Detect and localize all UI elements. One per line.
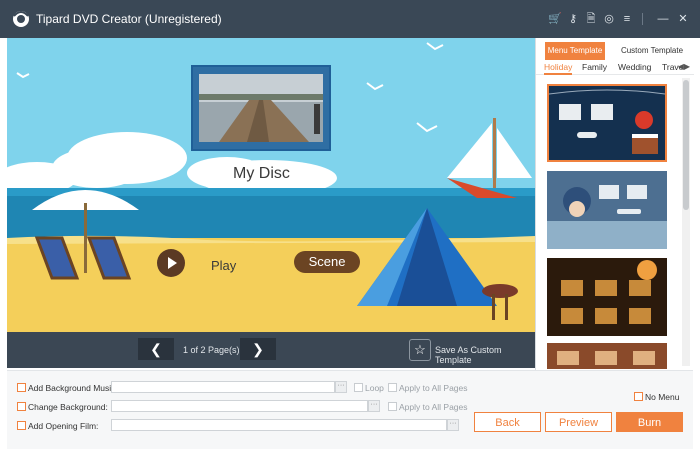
template-thumb-winter[interactable] (547, 171, 667, 249)
burn-button[interactable]: Burn (616, 412, 683, 432)
loop-checkbox[interactable] (354, 383, 363, 392)
category-scroll-arrows-icon[interactable]: ◀▶ (678, 62, 690, 71)
apply-all-music-checkbox[interactable] (388, 383, 397, 392)
scene-button[interactable]: Scene (294, 251, 360, 273)
menu-icon[interactable]: ≡ (620, 12, 634, 26)
background-music-checkbox[interactable] (17, 383, 26, 392)
no-menu-checkbox[interactable] (634, 392, 643, 401)
template-thumb-christmas[interactable] (547, 84, 667, 162)
star-icon[interactable]: ☆ (409, 339, 431, 361)
minimize-icon[interactable]: — (656, 12, 670, 26)
browse-film-button[interactable]: ··· (447, 419, 459, 431)
template-thumb-partial[interactable] (547, 343, 667, 369)
opening-film-field[interactable] (111, 419, 447, 431)
settings-area: Add Background Music: ··· Loop Apply to … (7, 370, 693, 449)
next-page-button[interactable]: ❯ (240, 338, 276, 360)
change-background-checkbox[interactable] (17, 402, 26, 411)
opening-film-checkbox[interactable] (17, 421, 26, 430)
preview-button[interactable]: Preview (545, 412, 612, 432)
menu-preview: My Disc Play Scene (7, 38, 535, 332)
halloween-template-image (547, 258, 667, 336)
titlebar-divider (642, 13, 643, 25)
document-icon[interactable]: 🗎 (584, 12, 598, 26)
page-indicator: 1 of 2 Page(s) (183, 345, 240, 355)
loop-label: Loop (365, 383, 384, 393)
browse-music-button[interactable]: ··· (335, 381, 347, 393)
title-bar: Tipard DVD Creator (Unregistered) 🛒 ⚷ 🗎 … (0, 0, 700, 38)
category-wedding[interactable]: Wedding (618, 62, 651, 72)
christmas-template-image (549, 86, 665, 160)
cart-icon[interactable]: 🛒 (548, 12, 562, 26)
prev-page-button[interactable]: ❮ (138, 338, 174, 360)
template-scrollbar[interactable] (682, 78, 690, 366)
close-icon[interactable]: ✕ (676, 12, 690, 26)
back-button[interactable]: Back (474, 412, 541, 432)
menu-thumbnail-frame[interactable] (191, 65, 331, 151)
save-custom-template-button[interactable]: Save As Custom Template (435, 345, 535, 365)
partial-template-image (547, 343, 667, 369)
category-family[interactable]: Family (582, 62, 607, 72)
pier-photo-image (199, 74, 323, 142)
apply-all-background-checkbox[interactable] (388, 402, 397, 411)
page-navigation-bar: ❮ 1 of 2 Page(s) ❯ ☆ Save As Custom Temp… (7, 332, 535, 368)
chat-icon[interactable]: ◎ (602, 12, 616, 26)
category-holiday[interactable]: Holiday (544, 62, 573, 75)
key-icon[interactable]: ⚷ (566, 12, 580, 26)
browse-background-button[interactable]: ··· (368, 400, 380, 412)
no-menu-label: No Menu (645, 392, 680, 402)
change-background-field[interactable] (111, 400, 368, 412)
template-panel: Menu Template Custom Template Holiday Fa… (535, 38, 694, 370)
change-background-label: Change Background: (28, 402, 108, 412)
play-label[interactable]: Play (211, 258, 236, 273)
tab-custom-template[interactable]: Custom Template (612, 42, 692, 60)
app-logo-icon (13, 11, 29, 27)
tab-menu-template[interactable]: Menu Template (545, 42, 605, 60)
background-music-label: Add Background Music: (28, 383, 118, 393)
winter-template-image (547, 171, 667, 249)
play-button[interactable] (157, 249, 185, 277)
template-thumb-halloween[interactable] (547, 258, 667, 336)
category-row: Holiday Family Wedding Trave ◀▶ (536, 60, 694, 75)
opening-film-label: Add Opening Film: (28, 421, 99, 431)
disc-title-text[interactable]: My Disc (233, 165, 290, 183)
background-music-field[interactable] (111, 381, 335, 393)
apply-all-background-label: Apply to All Pages (399, 402, 468, 412)
app-title: Tipard DVD Creator (Unregistered) (36, 12, 222, 26)
apply-all-music-label: Apply to All Pages (399, 383, 468, 393)
